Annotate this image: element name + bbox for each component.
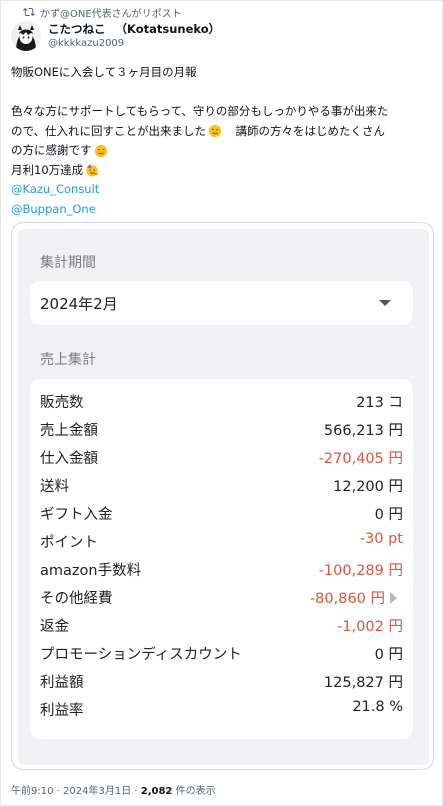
summary-row: amazon手数料 -100,289 円 — [30, 555, 413, 583]
meta-separator: · — [53, 786, 64, 797]
tweet-fragment: 月利10万達成 — [11, 162, 84, 177]
row-value: 21.8 % — [352, 699, 403, 715]
row-label: 仕入金額 — [40, 451, 98, 467]
author-display-name: こたつねこ — [48, 22, 106, 36]
expand-arrow-icon[interactable] — [390, 592, 397, 604]
tweet-date[interactable]: 2024年3月1日 — [63, 786, 131, 797]
period-select-value: 2024年2月 — [40, 295, 118, 313]
summary-row: 利益額 125,827 円 — [30, 667, 413, 695]
tweet-fragment: ので、仕入れに回すことが出来ました — [11, 123, 207, 138]
summary-row: 送料 12,200 円 — [30, 471, 413, 499]
tweet-line: 色々な方にサポートしてもらって、守りの部分もしっかりやる事が出来た — [11, 104, 389, 118]
tweet-meta: 午前9:10 · 2024年3月1日 · 2,082 件の表示 — [11, 782, 216, 797]
summary-row: 販売数 213 コ — [30, 387, 413, 415]
row-value: -30 pt — [359, 531, 403, 547]
party-face-emoji-icon — [86, 164, 99, 177]
row-label: ギフト入金 — [40, 507, 113, 523]
tweet-line: 月利10万達成 — [11, 161, 436, 181]
row-label: その他経費 — [40, 591, 113, 607]
summary-row: プロモーションディスカウント 0 円 — [30, 639, 413, 667]
tweet-time[interactable]: 午前9:10 — [11, 786, 53, 797]
row-value: 0 円 — [374, 507, 403, 523]
row-value: -100,289 円 — [318, 563, 403, 579]
view-count-label: 件の表示 — [172, 786, 216, 797]
row-label: 利益率 — [40, 703, 84, 719]
row-label: プロモーションディスカウント — [40, 647, 242, 663]
sales-section-title: 売上集計 — [40, 352, 96, 368]
row-label: 販売数 — [40, 395, 84, 411]
tweet-fragment: の方に感謝です — [11, 143, 92, 157]
row-value: 213 コ — [356, 395, 403, 411]
view-count[interactable]: 2,082 — [141, 786, 173, 797]
app-screenshot: 集計期間 2024年2月 売上集計 販売数 213 コ 売上金額 566,213… — [18, 229, 429, 765]
repost-text: かず@ONE代表さんがリポスト — [40, 8, 182, 20]
mention-link[interactable]: @Kazu_Consult — [11, 180, 99, 200]
tweet-line: ので、仕入れに回すことが出来ました 講師の方々をはじめたくさん — [11, 122, 436, 142]
tweet-image[interactable]: 集計期間 2024年2月 売上集計 販売数 213 コ 売上金額 566,213… — [11, 222, 434, 770]
repost-header[interactable]: かず@ONE代表さんがリポスト — [23, 5, 182, 20]
period-section-title: 集計期間 — [40, 255, 96, 271]
author-display-name-en: （Kotatsuneko） — [115, 22, 221, 36]
row-value: -1,002 円 — [337, 619, 403, 635]
author-handle[interactable]: @kkkkazu2009 — [48, 38, 124, 49]
author-name[interactable]: こたつねこ （Kotatsuneko） — [48, 21, 220, 37]
tweet-text: 物販ONEに入会して３ヶ月目の月報 色々な方にサポートしてもらって、守りの部分も… — [11, 63, 436, 219]
tweet-container: かず@ONE代表さんがリポスト こたつねこ （Kotatsuneko） @kkk… — [0, 0, 443, 806]
sales-summary-table: 販売数 213 コ 売上金額 566,213 円 仕入金額 -270,405 円… — [30, 379, 413, 739]
summary-row: ポイント -30 pt — [30, 527, 413, 555]
meta-separator: · — [131, 786, 141, 797]
row-value: 125,827 円 — [323, 675, 403, 691]
repost-icon — [23, 7, 35, 17]
row-value: 566,213 円 — [323, 423, 403, 439]
row-label: 利益額 — [40, 675, 84, 691]
smiling-face-emoji-icon — [94, 144, 107, 157]
summary-row: 利益率 21.8 % — [30, 695, 413, 723]
avatar-illustration — [11, 21, 41, 51]
row-label: ポイント — [40, 535, 98, 551]
row-value: 0 円 — [374, 647, 403, 663]
dropdown-caret-icon — [379, 300, 391, 306]
summary-row: 仕入金額 -270,405 円 — [30, 443, 413, 471]
tweet-line: 物販ONEに入会して３ヶ月目の月報 — [11, 65, 197, 79]
smiling-face-emoji-icon — [208, 125, 222, 138]
row-label: 返金 — [40, 619, 69, 635]
period-select: 2024年2月 — [30, 281, 413, 325]
row-value: -80,860 円 — [309, 591, 385, 607]
row-label: 送料 — [40, 479, 69, 495]
mention-link[interactable]: @Buppan_One — [11, 200, 96, 220]
row-value: -270,405 円 — [318, 451, 403, 467]
summary-row: ギフト入金 0 円 — [30, 499, 413, 527]
summary-row: 売上金額 566,213 円 — [30, 415, 413, 443]
tweet-line: の方に感謝です — [11, 141, 436, 161]
row-label: amazon手数料 — [40, 563, 142, 579]
summary-row: 返金 -1,002 円 — [30, 611, 413, 639]
tweet-fragment: 講師の方々をはじめたくさん — [224, 123, 386, 138]
summary-row[interactable]: その他経費 -80,860 円 — [30, 583, 413, 611]
row-label: 売上金額 — [40, 423, 98, 439]
avatar[interactable] — [11, 21, 41, 51]
row-value: 12,200 円 — [333, 479, 403, 495]
